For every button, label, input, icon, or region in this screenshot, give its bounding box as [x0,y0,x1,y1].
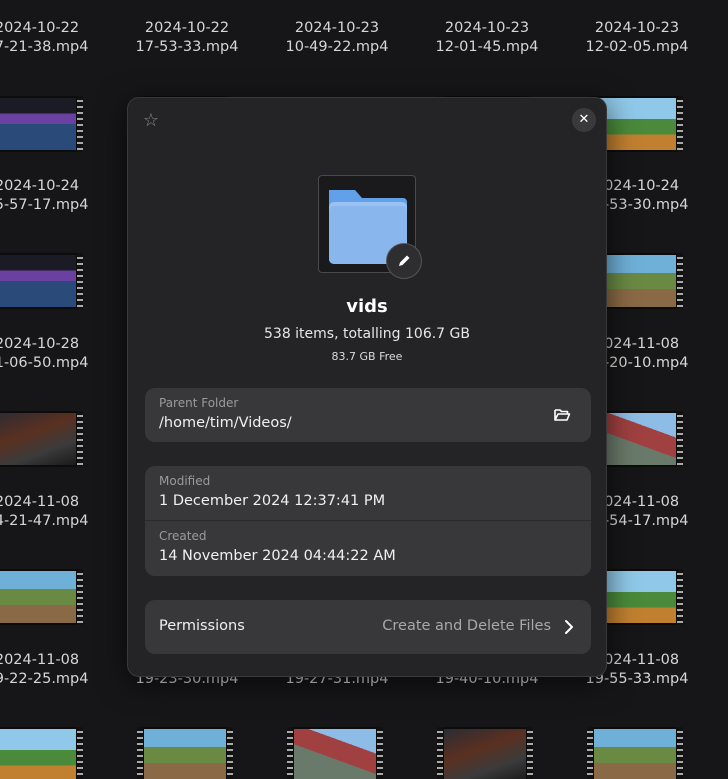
file-name-line2: 15-57-17.mp4 [0,197,89,213]
modified-value: 1 December 2024 12:37:41 PM [159,493,386,509]
file-name-line1: 2024-11-08 [0,652,80,668]
video-thumbnail [0,96,83,152]
file-name-line1: 2024-10-22 [0,20,80,36]
video-thumbnail [587,727,683,779]
created-value: 14 November 2024 04:44:22 AM [159,548,396,564]
parent-folder-path: /home/tim/Videos/ [159,415,292,431]
permissions-value: Create and Delete Files [382,618,551,634]
file-name-line1: 2024-10-28 [0,336,80,352]
file-name-line2: 10-49-22.mp4 [285,39,389,55]
free-space: 83.7 GB Free [331,350,403,363]
created-label: Created [159,529,207,543]
file-name-line2: 12-02-05.mp4 [585,39,689,55]
close-icon: ✕ [578,112,590,127]
video-thumbnail [437,727,533,779]
star-icon[interactable]: ☆ [140,110,162,132]
video-thumbnail [0,569,83,625]
folder-name: vids [346,296,388,317]
file-name-line2: 11-06-50.mp4 [0,355,89,371]
file-name-line1: 2024-10-23 [444,20,530,36]
video-thumbnail [0,411,83,467]
parent-folder-row: Parent Folder /home/tim/Videos/ [145,388,591,442]
file-name-line2: 17-21-38.mp4 [0,39,89,55]
folder-properties-dialog: ☆ ✕ vids 538 items, totalling 106.7 GB 8… [127,97,607,677]
video-thumbnail [0,253,83,309]
file-name-line1: 2024-11-08 [0,494,80,510]
file-name-line1: 2024-10-23 [594,20,680,36]
modified-label: Modified [159,474,211,488]
video-thumbnail [137,727,233,779]
rename-button[interactable] [386,243,422,279]
video-thumbnail [287,727,383,779]
permissions-label: Permissions [159,618,245,634]
close-button[interactable]: ✕ [572,108,596,132]
dates-group: Modified 1 December 2024 12:37:41 PM Cre… [145,466,591,576]
permissions-row[interactable]: Permissions Create and Delete Files [145,600,591,654]
open-parent-folder-button[interactable] [551,405,573,425]
pencil-icon [399,255,410,266]
divider [145,520,591,521]
file-name-line2: 12-01-45.mp4 [435,39,539,55]
folder-open-icon [554,409,571,421]
file-name-line1: 2024-10-23 [294,20,380,36]
folder-summary: 538 items, totalling 106.7 GB [264,326,470,342]
parent-folder-label: Parent Folder [159,396,239,410]
file-name-line2: 14-21-47.mp4 [0,513,89,529]
file-name-line2: 17-53-33.mp4 [135,39,239,55]
chevron-right-icon [565,620,573,634]
video-thumbnail [0,727,83,779]
file-name-line2: 19-22-25.mp4 [0,671,89,687]
file-name-line1: 2024-10-22 [144,20,230,36]
file-name-line1: 2024-10-24 [0,178,80,194]
